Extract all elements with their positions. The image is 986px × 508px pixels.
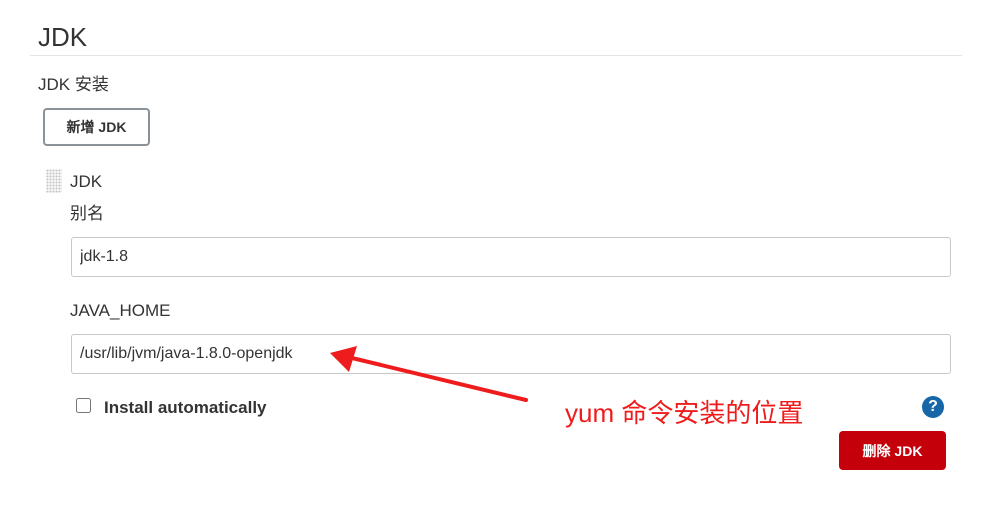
install-automatically-checkbox[interactable]: [76, 398, 91, 413]
java-home-label: JAVA_HOME: [70, 301, 171, 320]
delete-jdk-button[interactable]: 删除 JDK: [839, 431, 946, 470]
add-jdk-button[interactable]: 新增 JDK: [43, 108, 150, 146]
install-automatically-label[interactable]: Install automatically: [104, 398, 267, 418]
drag-handle-icon[interactable]: [46, 169, 62, 193]
jdk-installations-label: JDK 安装: [38, 75, 109, 94]
jdk-item-title: JDK: [70, 172, 103, 191]
alias-label: 别名: [70, 204, 104, 223]
section-title: JDK: [38, 22, 88, 52]
java-home-input[interactable]: [71, 334, 951, 374]
help-icon[interactable]: ?: [922, 396, 944, 418]
alias-input[interactable]: [71, 237, 951, 277]
annotation-text: yum 命令安装的位置: [565, 398, 804, 428]
section-divider: [30, 55, 962, 56]
